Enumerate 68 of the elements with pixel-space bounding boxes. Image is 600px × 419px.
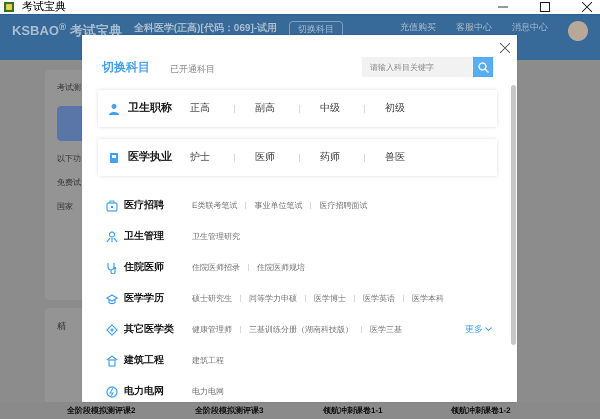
subject-link[interactable]: 副高 [255,101,287,116]
subject-link[interactable]: 住院医师招录 [192,262,240,274]
id-badge-icon [108,152,120,164]
header-link[interactable]: 充值购买 [400,21,436,34]
search-icon [478,62,488,72]
category-title: 建筑工程 [124,354,165,368]
card-title: 全阶段模拟测评课3 [195,404,264,416]
subject-link[interactable]: 药师 [320,150,352,165]
subject-link[interactable]: 硕士研究生 [192,292,232,304]
subject-link[interactable]: 同等学力申硕 [249,292,297,304]
subject-link[interactable]: 三基训练分册（湖南科技版） [249,324,353,336]
diamond-icon [106,324,118,336]
subject-link[interactable]: 初级 [385,101,417,116]
category-title: 电力电网 [124,384,165,399]
category-title: 卫生管理 [124,230,165,244]
subject-link[interactable]: E类联考笔试 [192,200,238,212]
close-icon[interactable] [582,2,592,12]
more-link[interactable]: 更多 [465,322,492,336]
subject-link[interactable]: 卫生管理研究 [192,230,240,242]
card-title: 领航冲刺课卷1-2 [451,404,512,416]
feature-label: 国家 [57,201,73,213]
person-icon [108,102,120,114]
category-title: 其它医学类 [124,322,175,337]
person-icon [106,230,118,242]
tab[interactable]: 已开通科目 [170,62,215,76]
house-icon [106,354,118,366]
category-title: 卫生职称 [128,100,173,116]
subject-link[interactable]: 正高 [190,101,222,116]
subject-label: 全科医学(正高)[代码：069]-试用 [134,21,278,36]
briefcase-icon [106,200,118,212]
stethoscope-icon [106,262,118,274]
maximize-icon[interactable] [540,2,550,12]
category-title: 医学学历 [124,292,165,306]
tab[interactable]: 切换科目 [102,58,150,76]
search-field[interactable]: 请输入科目关键字 [362,57,473,77]
category-title: 医学执业 [128,150,173,166]
card-title: 领航冲刺课卷1-1 [323,404,384,416]
subject-link[interactable]: 医学三基 [370,324,402,336]
card-title: 全阶段模拟测评课2 [67,404,136,416]
subject-link[interactable]: 健康管理师 [192,324,232,336]
subject-link[interactable]: 医学博士 [314,292,346,304]
section-title: 考试测 [57,82,81,94]
app-icon [4,2,14,12]
feature-label: 免费试 [57,177,81,189]
subject-link[interactable]: 兽医 [385,150,417,165]
hint-text: 以下功 [57,153,81,165]
subject-link[interactable]: 医师 [255,150,287,165]
section-title: 精 [57,321,66,331]
subject-link[interactable]: 医学英语 [363,292,395,304]
header-link[interactable]: 消息中心 [512,21,548,34]
subject-link[interactable]: 住院医师规培 [257,262,305,274]
window-title: 考试宝典 [22,0,66,15]
subject-link[interactable]: 电力电网 [192,386,224,398]
subject-link[interactable]: 医疗招聘面试 [319,200,368,212]
subject-link[interactable]: 建筑工程 [192,354,224,366]
subject-link[interactable]: 事业单位笔试 [254,200,302,212]
chevron-down-icon [485,327,492,332]
subject-link[interactable]: 中级 [320,101,352,116]
header-link[interactable]: 客服中心 [456,21,492,34]
scrollbar[interactable] [511,85,516,345]
lightning-icon [106,386,118,398]
subject-link[interactable]: 护士 [190,150,222,165]
avatar[interactable] [568,21,588,41]
close-icon[interactable] [500,43,510,53]
subject-link[interactable]: 医学本科 [412,292,444,304]
category-title: 住院医师 [124,260,165,275]
graduation-cap-icon [106,292,118,304]
category-title: 医疗招聘 [124,198,165,213]
